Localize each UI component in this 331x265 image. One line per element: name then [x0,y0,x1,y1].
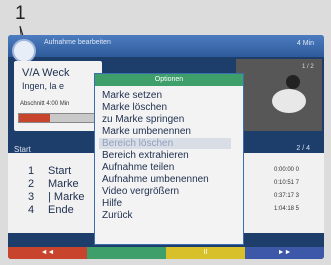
mark-label: | Marke [48,191,85,203]
mark-label: Start [48,165,72,177]
mark-time: 0:10:51 7 [274,180,300,186]
menu-item-zurueck[interactable]: Zurück [102,210,133,221]
menu-item-hilfe[interactable]: Hilfe [102,198,122,209]
menu-item-marke-loeschen[interactable]: Marke löschen [102,102,167,113]
progress-bar [18,113,98,123]
options-menu: Optionen Marke setzen Marke löschen zu M… [94,73,244,245]
menu-item-marke-setzen[interactable]: Marke setzen [102,90,162,101]
recording-title: V/A Weck [22,67,70,79]
mark-label: Ende [48,204,74,216]
bird-head [286,75,300,89]
menu-title: Optionen [95,74,243,86]
menu-item-marke-umbenennen[interactable]: Marke umbenennen [102,126,191,137]
mark-row[interactable]: 4 Ende [8,204,88,216]
recording-info: V/A Weck Ingen, la e Abschnitt 4:00 Min [14,61,102,131]
red-key-button[interactable]: ◄◄ [8,247,87,259]
green-key-button[interactable] [87,247,166,259]
menu-item-video-vergroessern[interactable]: Video vergrößern [102,186,179,197]
blue-key-button[interactable]: ►► [245,247,324,259]
menu-item-bereich-extrahieren[interactable]: Bereich extrahieren [102,150,189,161]
mark-time: 0:37:17 3 [274,193,300,199]
title-bar: Aufnahme bearbeiten 4 Min [8,35,324,57]
preview-label: 1 / 2 [302,64,314,70]
logo-icon [12,39,36,63]
recording-section: Abschnitt 4:00 Min [20,101,70,107]
mark-number: 3 [28,191,35,203]
window-title: Aufnahme bearbeiten [44,39,111,46]
menu-item-zu-marke-springen[interactable]: zu Marke springen [102,114,184,125]
callout-number: 1 [15,3,26,24]
mark-time: 0:00:00 0 [274,167,300,173]
menu-item-aufnahme-umbenennen[interactable]: Aufnahme umbenennen [102,174,209,185]
video-preview: 1 / 2 [236,59,322,131]
yellow-key-button[interactable]: II [166,247,245,259]
menu-item-bereich-loeschen[interactable]: Bereich löschen [99,138,231,149]
bird-image [272,89,306,113]
color-key-bar: ◄◄ II ►► [8,247,324,259]
mark-row[interactable]: 2 Marke [8,178,88,190]
mark-label: Marke [48,178,79,190]
mark-number: 1 [28,165,35,177]
mark-number: 4 [28,204,35,216]
title-duration: 4 Min [296,40,314,47]
list-page: 2 / 4 [296,145,310,152]
mark-row[interactable]: 3 | Marke [8,191,88,203]
menu-item-aufnahme-teilen[interactable]: Aufnahme teilen [102,162,174,173]
mark-row[interactable]: 1 Start [8,165,88,177]
progress-fill [19,114,51,122]
mark-number: 2 [28,178,35,190]
recording-subtitle: Ingen, la e [22,81,65,91]
mark-time: 1:04:18 5 [274,206,300,212]
tv-screen: Aufnahme bearbeiten 4 Min V/A Weck Ingen… [8,35,324,259]
